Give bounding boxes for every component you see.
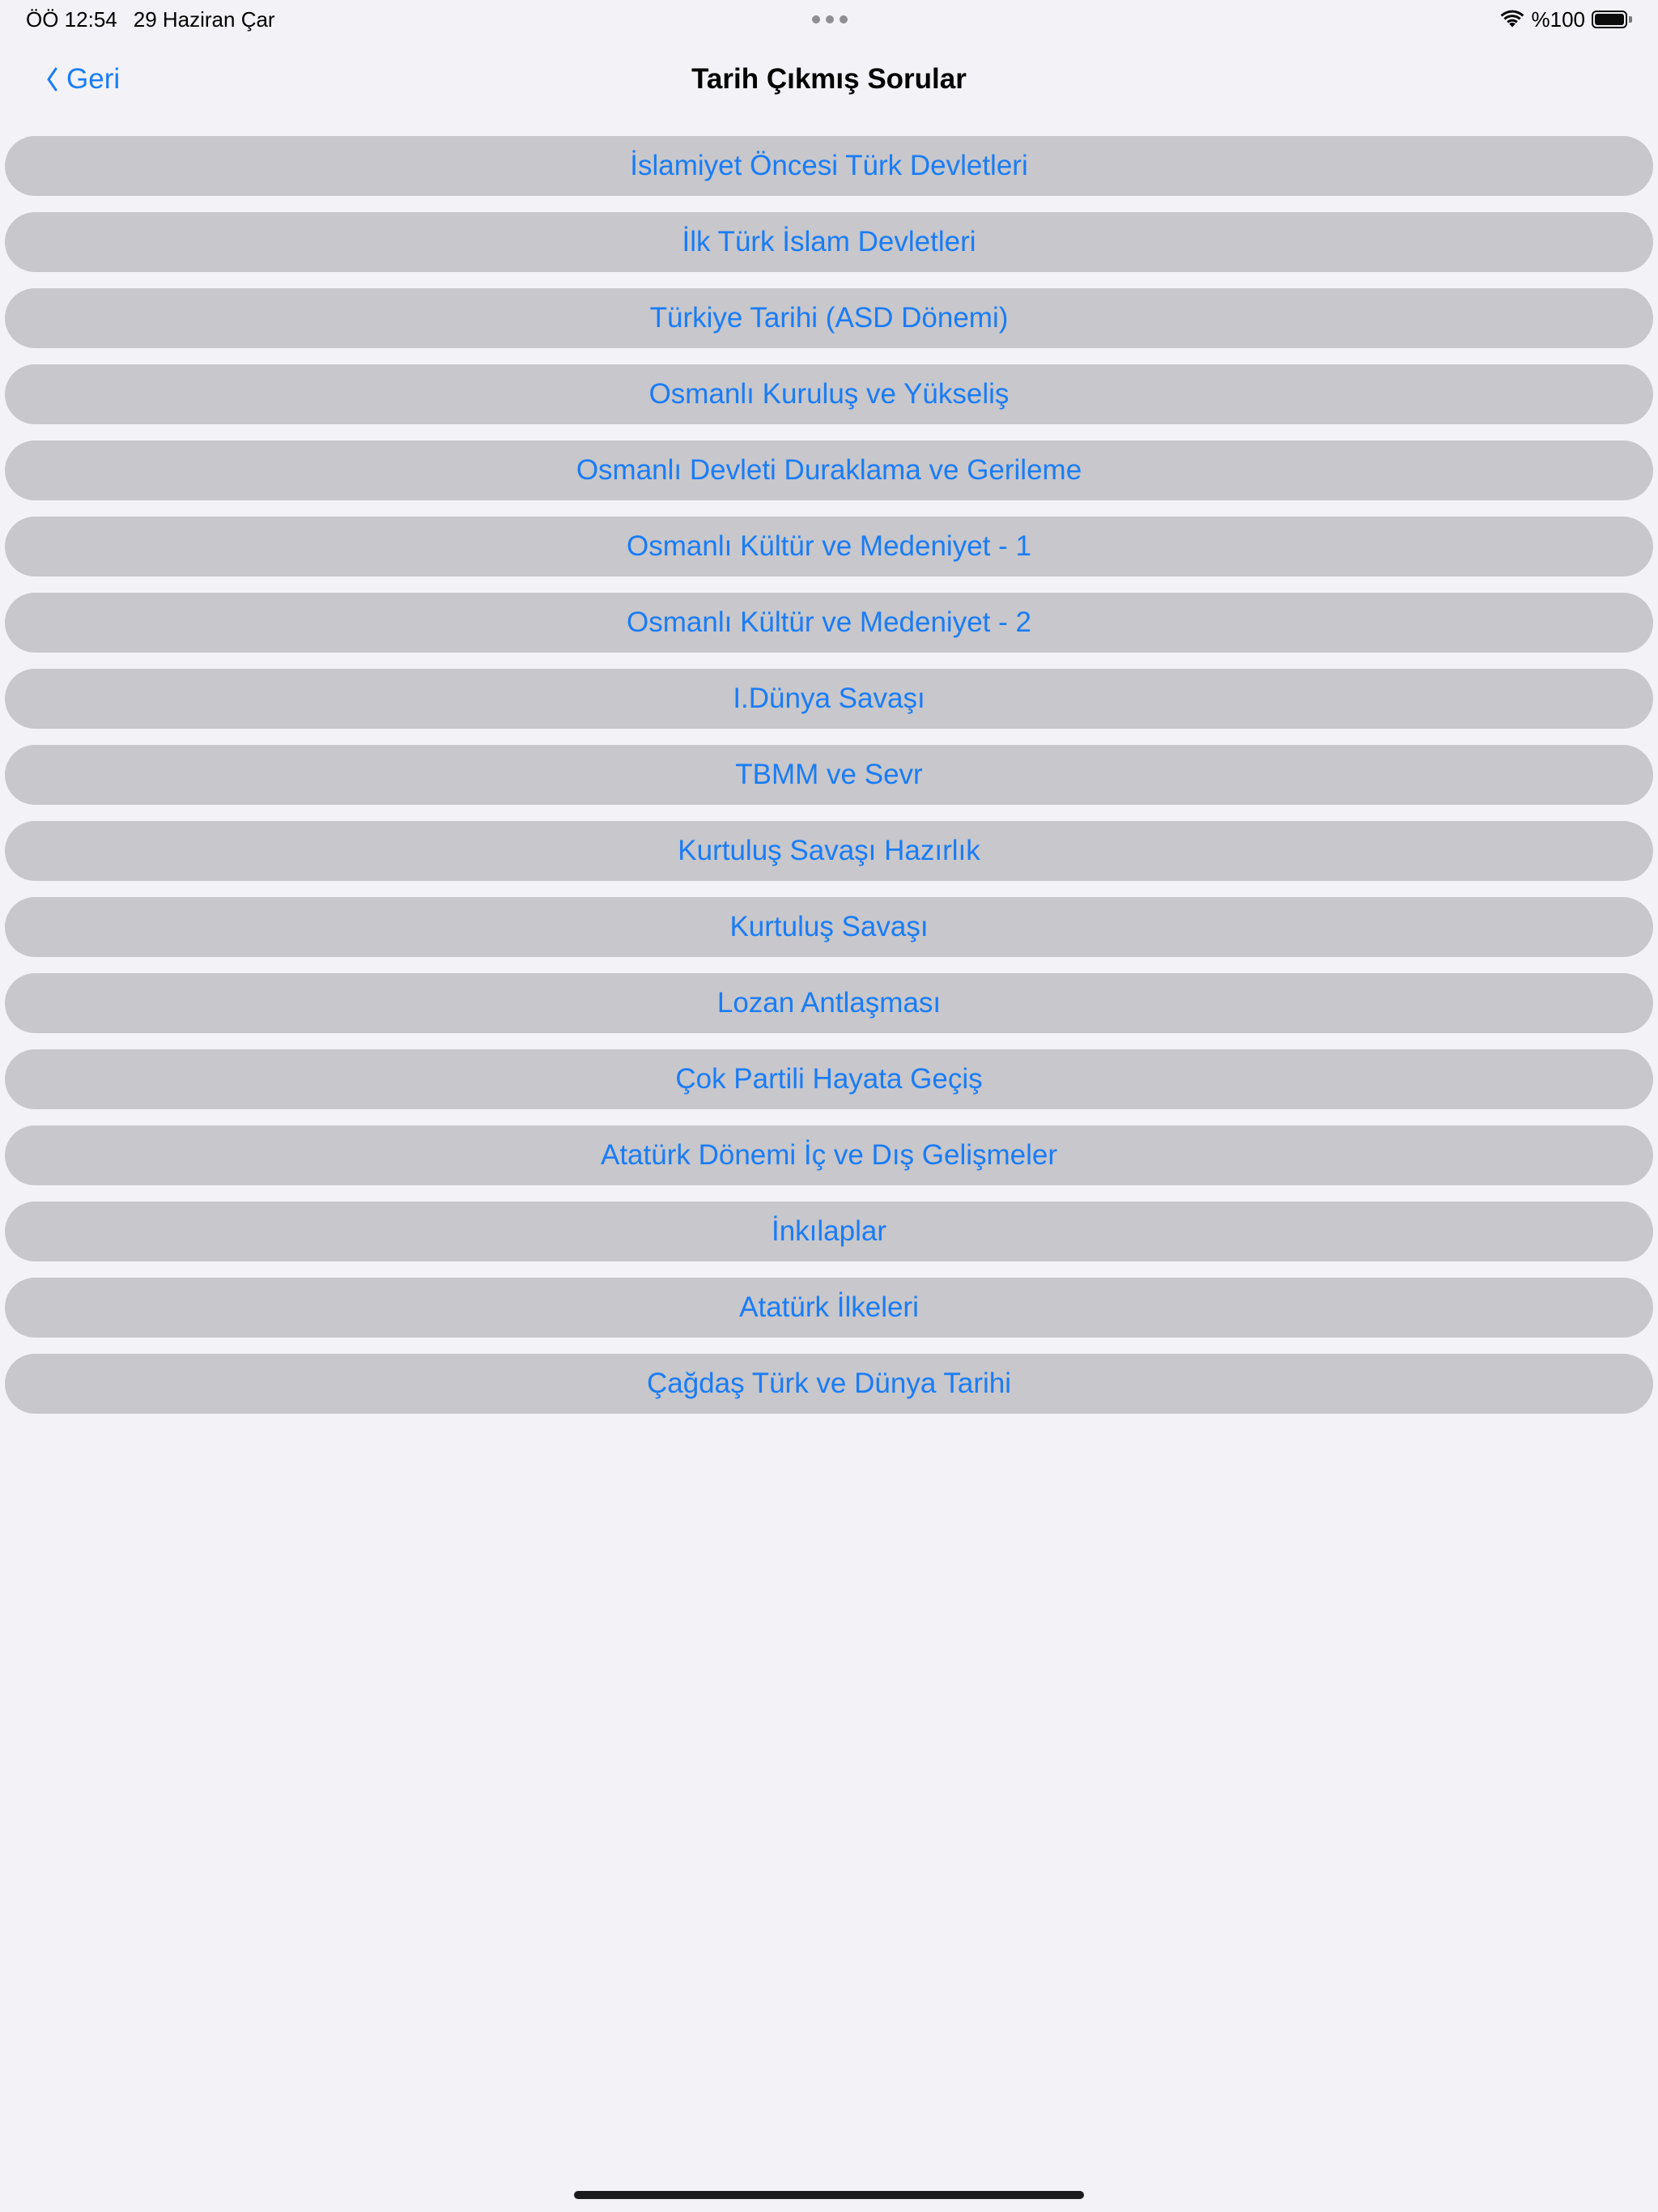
status-indicators: %100 [1499, 6, 1632, 32]
topic-button-ataturk-donemi[interactable]: Atatürk Dönemi İç ve Dış Gelişmeler [5, 1125, 1653, 1185]
dot [840, 15, 848, 23]
status-time-date: ÖÖ 12:54 29 Haziran Çar [26, 7, 275, 32]
topic-button-turkiye-tarihi[interactable]: Türkiye Tarihi (ASD Dönemi) [5, 288, 1653, 348]
status-time: ÖÖ 12:54 [26, 7, 117, 32]
multitasking-dots-icon[interactable] [812, 15, 848, 23]
status-date: 29 Haziran Çar [133, 7, 275, 32]
wifi-icon [1500, 10, 1524, 28]
status-bar: ÖÖ 12:54 29 Haziran Çar %100 [0, 0, 1658, 39]
battery-percent: %100 [1531, 6, 1586, 32]
topic-button-inkilaplar[interactable]: İnkılaplar [5, 1202, 1653, 1261]
battery-fill [1595, 14, 1624, 25]
topic-button-osmanli-duraklama[interactable]: Osmanlı Devleti Duraklama ve Gerileme [5, 440, 1653, 500]
topic-button-osmanli-kultur-1[interactable]: Osmanlı Kültür ve Medeniyet - 1 [5, 517, 1653, 576]
topic-button-kurtulus-hazirlik[interactable]: Kurtuluş Savaşı Hazırlık [5, 821, 1653, 881]
page-title: Tarih Çıkmış Sorular [691, 63, 967, 95]
topic-button-osmanli-kurulus[interactable]: Osmanlı Kuruluş ve Yükseliş [5, 364, 1653, 424]
topic-list: İslamiyet Öncesi Türk Devletleri İlk Tür… [5, 136, 1653, 1414]
topic-button-tbmm-sevr[interactable]: TBMM ve Sevr [5, 745, 1653, 805]
topic-button-cok-partili[interactable]: Çok Partili Hayata Geçiş [5, 1049, 1653, 1109]
topic-button-osmanli-kultur-2[interactable]: Osmanlı Kültür ve Medeniyet - 2 [5, 593, 1653, 653]
dot [812, 15, 820, 23]
topic-button-ataturk-ilkeleri[interactable]: Atatürk İlkeleri [5, 1278, 1653, 1338]
battery-tip [1629, 16, 1632, 23]
topic-button-dunya-savasi[interactable]: I.Dünya Savaşı [5, 669, 1653, 729]
topic-button-islamiyet-oncesi[interactable]: İslamiyet Öncesi Türk Devletleri [5, 136, 1653, 196]
topic-button-kurtulus-savasi[interactable]: Kurtuluş Savaşı [5, 897, 1653, 957]
topic-button-lozan[interactable]: Lozan Antlaşması [5, 973, 1653, 1033]
home-indicator[interactable] [574, 2191, 1084, 2199]
topic-button-cagdas-turk[interactable]: Çağdaş Türk ve Dünya Tarihi [5, 1354, 1653, 1414]
battery-body [1592, 11, 1627, 28]
dot [826, 15, 834, 23]
topic-button-ilk-turk-islam[interactable]: İlk Türk İslam Devletleri [5, 212, 1653, 272]
battery-icon [1592, 10, 1632, 29]
navigation-bar: Geri Tarih Çıkmış Sorular [0, 39, 1658, 120]
